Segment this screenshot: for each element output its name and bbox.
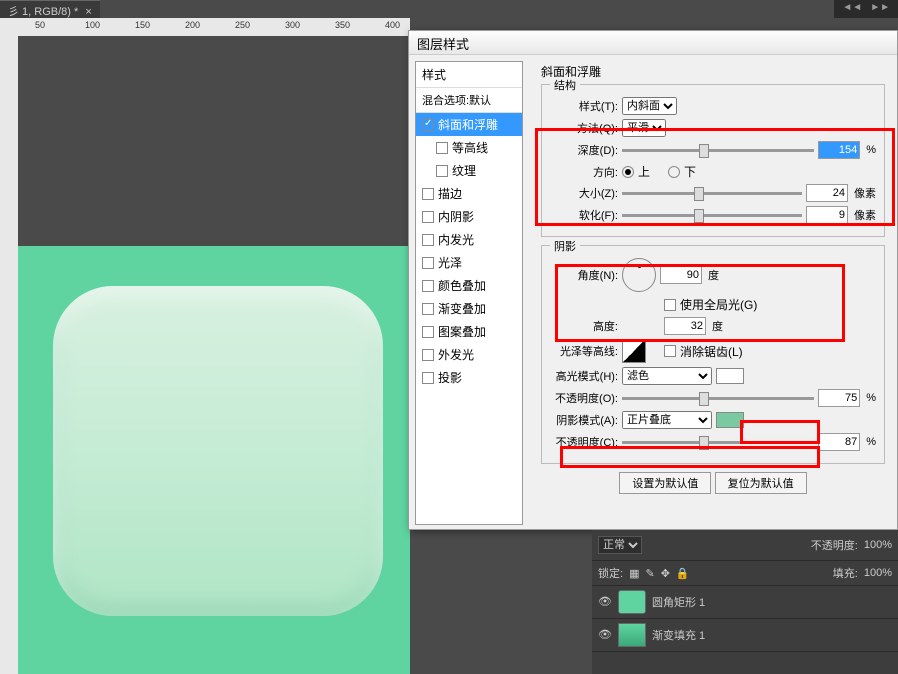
- style-drop-shadow[interactable]: 投影: [416, 366, 522, 389]
- direction-down-radio[interactable]: [668, 166, 680, 178]
- highlight-color-swatch[interactable]: [716, 368, 744, 384]
- lock-transparency-icon[interactable]: ▦: [629, 567, 639, 580]
- style-texture[interactable]: 纹理: [416, 159, 522, 182]
- dialog-title: 图层样式: [409, 31, 897, 55]
- style-stroke[interactable]: 描边: [416, 182, 522, 205]
- layer-row[interactable]: 圆角矩形 1: [592, 586, 898, 619]
- depth-input[interactable]: [818, 141, 860, 159]
- highlight-opacity-slider[interactable]: [622, 397, 814, 400]
- size-input[interactable]: [806, 184, 848, 202]
- fill-value[interactable]: 100%: [864, 567, 892, 579]
- style-select[interactable]: 内斜面: [622, 97, 677, 115]
- checkbox-icon[interactable]: [422, 188, 434, 200]
- layer-name[interactable]: 圆角矩形 1: [652, 594, 705, 610]
- lock-position-icon[interactable]: ✥: [661, 567, 670, 580]
- checkbox-icon[interactable]: [422, 349, 434, 361]
- lock-brush-icon[interactable]: ✎: [645, 567, 654, 580]
- rounded-rectangle-shape[interactable]: [53, 286, 383, 616]
- depth-slider[interactable]: [622, 149, 814, 152]
- angle-input[interactable]: [660, 266, 702, 284]
- layers-panel: 正常 不透明度: 100% 锁定: ▦ ✎ ✥ 🔒 填充: 100% 圆角矩形 …: [592, 530, 898, 674]
- layer-thumbnail[interactable]: [618, 590, 646, 614]
- checkbox-icon[interactable]: [422, 234, 434, 246]
- blend-options[interactable]: 混合选项:默认: [416, 88, 522, 113]
- canvas-background: [18, 246, 410, 674]
- style-bevel-emboss[interactable]: 斜面和浮雕: [416, 113, 522, 136]
- antialias-checkbox[interactable]: [664, 345, 676, 357]
- bevel-settings: 斜面和浮雕 结构 样式(T): 内斜面 方法(Q): 平滑 深度(D): %: [529, 55, 897, 531]
- style-inner-shadow[interactable]: 内阴影: [416, 205, 522, 228]
- highlight-opacity-input[interactable]: [818, 389, 860, 407]
- document-tab[interactable]: 彡 1, RGB/8) * ×: [0, 0, 100, 18]
- shadow-opacity-slider[interactable]: [622, 441, 814, 444]
- canvas[interactable]: [18, 36, 410, 674]
- checkbox-icon[interactable]: [436, 165, 448, 177]
- reset-default-button[interactable]: 复位为默认值: [715, 472, 807, 494]
- styles-header[interactable]: 样式: [416, 62, 522, 88]
- shadow-color-swatch[interactable]: [716, 412, 744, 428]
- gloss-contour-picker[interactable]: [622, 339, 646, 363]
- style-outer-glow[interactable]: 外发光: [416, 343, 522, 366]
- section-title: 斜面和浮雕: [541, 63, 885, 80]
- layer-thumbnail[interactable]: [618, 623, 646, 647]
- checkbox-icon[interactable]: [422, 257, 434, 269]
- style-color-overlay[interactable]: 颜色叠加: [416, 274, 522, 297]
- global-light-checkbox[interactable]: [664, 299, 676, 311]
- highlight-mode-select[interactable]: 滤色: [622, 367, 712, 385]
- checkbox-icon[interactable]: [422, 211, 434, 223]
- soften-slider[interactable]: [622, 214, 802, 217]
- styles-list: 样式 混合选项:默认 斜面和浮雕 等高线 纹理 描边 内阴影 内发光 光泽 颜色…: [415, 61, 523, 525]
- checkbox-icon[interactable]: [422, 280, 434, 292]
- prev-icon[interactable]: ◄◄: [842, 2, 862, 16]
- opacity-value[interactable]: 100%: [864, 539, 892, 551]
- tab-title: 彡 1, RGB/8) *: [8, 6, 78, 18]
- panel-tabs-nav: ◄◄ ►►: [834, 0, 898, 18]
- checkbox-icon[interactable]: [422, 303, 434, 315]
- shadow-opacity-input[interactable]: [818, 433, 860, 451]
- layer-style-dialog: 图层样式 样式 混合选项:默认 斜面和浮雕 等高线 纹理 描边 内阴影 内发光 …: [408, 30, 898, 530]
- shading-group: 阴影 角度(N): 度 使用全局光(G) 高度: 度: [541, 245, 885, 464]
- altitude-input[interactable]: [664, 317, 706, 335]
- visibility-icon[interactable]: [598, 595, 612, 609]
- shadow-mode-select[interactable]: 正片叠底: [622, 411, 712, 429]
- style-gradient-overlay[interactable]: 渐变叠加: [416, 297, 522, 320]
- layer-name[interactable]: 渐变填充 1: [652, 627, 705, 643]
- vertical-ruler: [0, 36, 18, 674]
- structure-group: 结构 样式(T): 内斜面 方法(Q): 平滑 深度(D): % 方向:: [541, 84, 885, 237]
- style-inner-glow[interactable]: 内发光: [416, 228, 522, 251]
- blend-mode-select[interactable]: 正常: [598, 536, 642, 554]
- visibility-icon[interactable]: [598, 628, 612, 642]
- checkbox-icon[interactable]: [422, 372, 434, 384]
- style-satin[interactable]: 光泽: [416, 251, 522, 274]
- method-select[interactable]: 平滑: [622, 119, 666, 137]
- horizontal-ruler: 50 100 150 200 250 300 350 400: [0, 18, 410, 36]
- style-pattern-overlay[interactable]: 图案叠加: [416, 320, 522, 343]
- checkbox-icon[interactable]: [422, 119, 434, 131]
- direction-up-radio[interactable]: [622, 166, 634, 178]
- layer-row[interactable]: 渐变填充 1: [592, 619, 898, 652]
- checkbox-icon[interactable]: [422, 326, 434, 338]
- tab-close-icon[interactable]: ×: [85, 6, 91, 18]
- make-default-button[interactable]: 设置为默认值: [619, 472, 711, 494]
- soften-input[interactable]: [806, 206, 848, 224]
- next-icon[interactable]: ►►: [870, 2, 890, 16]
- style-contour[interactable]: 等高线: [416, 136, 522, 159]
- lock-all-icon[interactable]: 🔒: [676, 567, 690, 580]
- size-slider[interactable]: [622, 192, 802, 195]
- angle-dial[interactable]: [622, 258, 656, 292]
- checkbox-icon[interactable]: [436, 142, 448, 154]
